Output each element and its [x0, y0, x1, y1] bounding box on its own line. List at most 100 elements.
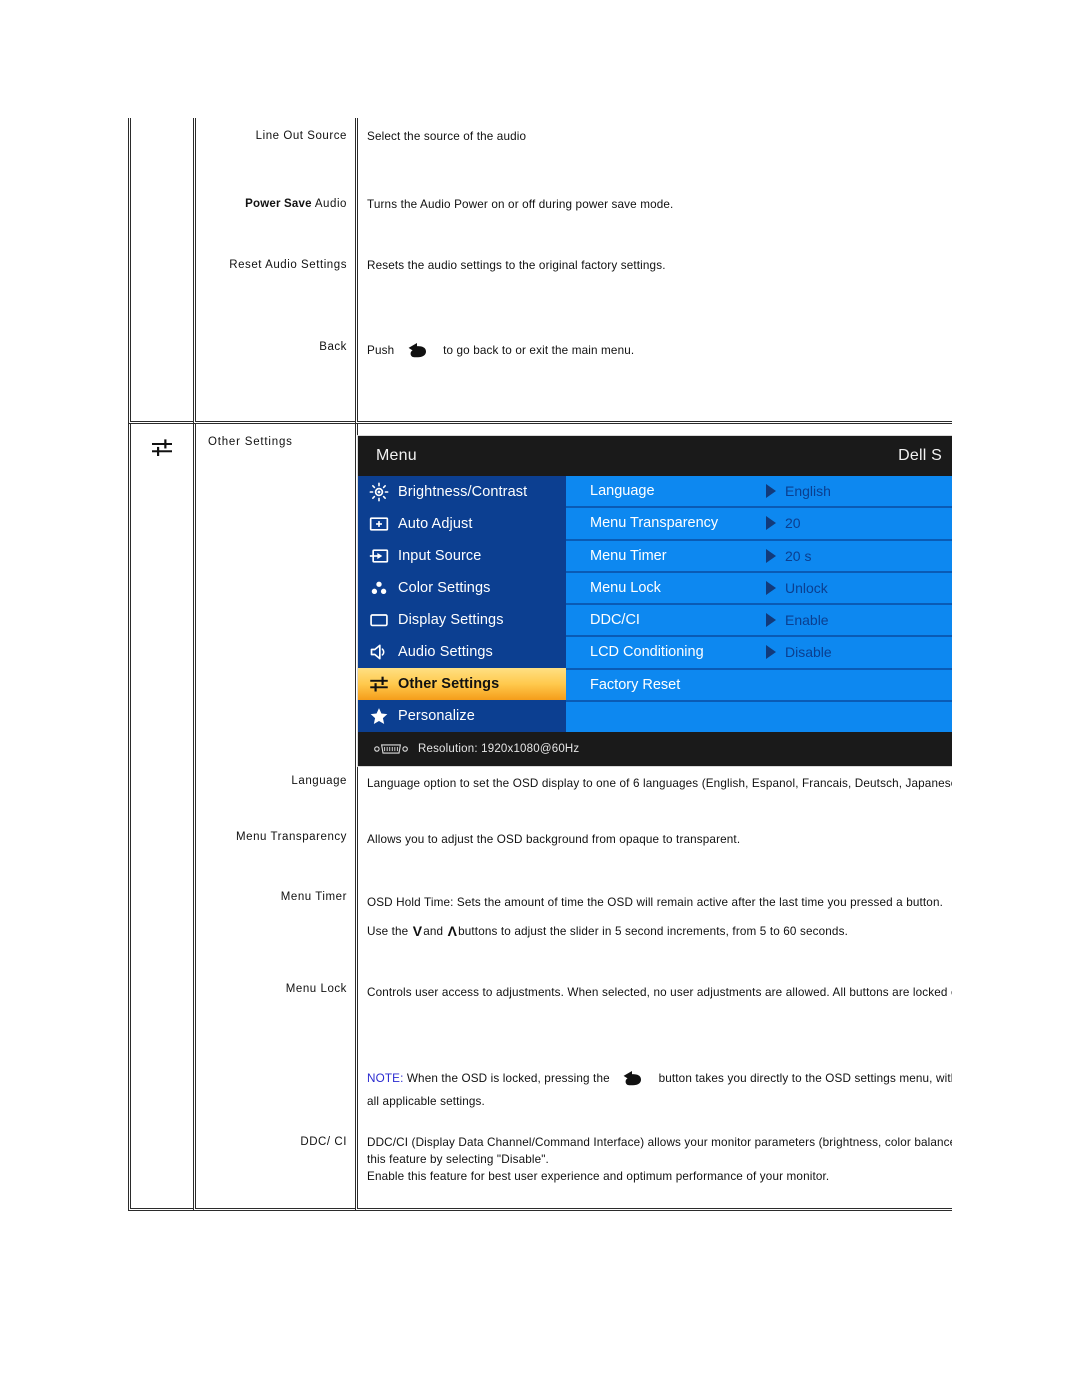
sliders-icon-wrapper [131, 424, 193, 463]
auto-adjust-icon [369, 514, 389, 534]
other-settings-descriptions-cell: Menu Dell S Brightness/Contrast Auto Adj… [355, 424, 952, 1211]
osd-options-panel: Language English Menu Transparency 20 Me… [566, 476, 952, 732]
power-save-plain: Audio [311, 198, 347, 210]
document-page: Line Out Source Power Save Audio Reset A… [0, 0, 952, 1397]
desc-power-save-audio: Turns the Audio Power on or off during p… [367, 198, 674, 211]
osd-option-label: Menu Timer [590, 547, 667, 564]
label-power-save-audio: Power Save Audio [196, 186, 355, 247]
osd-item-label: Input Source [398, 548, 482, 564]
star-icon [369, 706, 389, 726]
osd-option-menu-lock[interactable]: Menu Lock Unlock [566, 573, 952, 605]
osd-option-value-wrap: Unlock [766, 580, 828, 596]
osd-option-label: Menu Transparency [590, 515, 719, 532]
menu-lock-note: NOTE: When the OSD is locked, pressing t… [367, 1068, 952, 1094]
osd-item-label: Other Settings [398, 676, 500, 692]
label-back: Back [319, 341, 347, 353]
osd-option-label: LCD Conditioning [590, 644, 704, 661]
desc-menu-timer: OSD Hold Time: Sets the amount of time t… [358, 881, 952, 976]
value-triangle-icon [766, 484, 776, 499]
osd-item-color-settings[interactable]: Color Settings [358, 572, 566, 604]
desc-menu-lock: Controls user access to adjustments. Whe… [358, 976, 952, 1127]
osd-item-display-settings[interactable]: Display Settings [358, 604, 566, 636]
value-triangle-icon [766, 613, 776, 628]
input-source-icon [369, 546, 389, 566]
desc-ddc-ci: DDC/CI (Display Data Channel/Command Int… [358, 1127, 952, 1208]
osd-option-ddc-ci[interactable]: DDC/CI Enable [566, 605, 952, 638]
osd-sidebar: Brightness/Contrast Auto Adjust Input So… [358, 476, 566, 732]
menu-timer-use-the: Use the [367, 924, 409, 938]
ddc-line-3: Enable this feature for best user experi… [367, 1169, 830, 1183]
note-before: When the OSD is locked, pressing the [406, 1071, 610, 1085]
desc-reset-audio-settings: Resets the audio settings to the origina… [367, 259, 666, 272]
back-arrow-icon [408, 340, 430, 366]
osd-option-value: Disable [785, 644, 832, 661]
osd-item-auto-adjust[interactable]: Auto Adjust [358, 508, 566, 540]
value-triangle-icon [766, 548, 776, 563]
speaker-icon [369, 642, 389, 662]
other-settings-section-row: Other Settings Language Menu Transparenc… [128, 424, 952, 1211]
osd-option-label: Factory Reset [590, 676, 681, 693]
back-arrow-icon [623, 1068, 645, 1094]
osd-header-model: Dell S [898, 447, 942, 464]
vga-connector-icon [374, 742, 408, 756]
osd-option-value-wrap: 20 [766, 515, 801, 531]
power-save-bold: Power Save [245, 198, 312, 210]
osd-item-input-source[interactable]: Input Source [358, 540, 566, 572]
osd-option-value: 20 s [785, 547, 812, 564]
chevron-down-icon: V [412, 922, 423, 939]
osd-option-menu-timer[interactable]: Menu Timer 20 s [566, 541, 952, 573]
osd-item-brightness-contrast[interactable]: Brightness/Contrast [358, 476, 566, 508]
osd-option-value: English [785, 483, 831, 500]
osd-option-value-wrap: 20 s [766, 548, 811, 564]
label-language: Language [291, 775, 347, 787]
desc-line-out-source: Select the source of the audio [367, 130, 527, 143]
desc-menu-transparency: Allows you to adjust the OSD background … [367, 833, 741, 846]
sliders-icon [369, 674, 389, 694]
color-settings-icon [369, 578, 389, 598]
osd-item-label: Audio Settings [398, 644, 493, 660]
osd-option-empty [566, 702, 952, 732]
osd-item-label: Brightness/Contrast [398, 484, 528, 500]
label-menu-lock: Menu Lock [285, 983, 347, 995]
ddc-line-2: this feature by selecting "Disable". [367, 1152, 549, 1166]
osd-option-menu-transparency[interactable]: Menu Transparency 20 [566, 508, 952, 541]
osd-footer-text: Resolution: 1920x1080@60Hz [418, 743, 580, 755]
osd-option-value: 20 [785, 515, 801, 532]
osd-item-label: Color Settings [398, 580, 491, 596]
menu-timer-after: buttons to adjust the slider in 5 second… [458, 924, 848, 938]
other-settings-title: Other Settings [208, 436, 293, 448]
osd-option-value-wrap: Enable [766, 612, 829, 628]
osd-option-label: Menu Lock [590, 579, 661, 596]
osd-item-personalize[interactable]: Personalize [358, 700, 566, 732]
label-menu-transparency: Menu Transparency [236, 831, 347, 843]
osd-option-language[interactable]: Language English [566, 476, 952, 509]
other-settings-labels-cell: Other Settings Language Menu Transparenc… [193, 424, 355, 1211]
osd-item-audio-settings[interactable]: Audio Settings [358, 636, 566, 668]
osd-header: Menu Dell S [358, 436, 952, 476]
back-desc-after: to go back to or exit the main menu. [443, 344, 635, 357]
osd-option-factory-reset[interactable]: Factory Reset [566, 670, 952, 702]
brightness-icon [369, 482, 389, 502]
chevron-up-icon: Λ [447, 922, 458, 939]
other-settings-icon-cell [128, 424, 193, 1211]
osd-footer: Resolution: 1920x1080@60Hz [358, 732, 952, 766]
label-line-out-source: Line Out Source [255, 130, 347, 142]
osd-option-value: Enable [785, 612, 829, 629]
note-tag: NOTE: [367, 1071, 404, 1085]
menu-timer-line-1: OSD Hold Time: Sets the amount of time t… [367, 896, 943, 909]
osd-item-label: Auto Adjust [398, 516, 473, 532]
menu-lock-line-1: Controls user access to adjustments. Whe… [367, 986, 952, 999]
audio-labels-cell: Line Out Source Power Save Audio Reset A… [193, 118, 355, 424]
osd-option-value-wrap: English [766, 483, 831, 499]
sliders-icon [151, 439, 173, 462]
ddc-line-1: DDC/CI (Display Data Channel/Command Int… [367, 1136, 952, 1149]
menu-timer-and: and [423, 924, 444, 938]
osd-item-other-settings[interactable]: Other Settings [358, 668, 566, 700]
osd-option-label: Language [590, 483, 655, 500]
osd-option-lcd-conditioning[interactable]: LCD Conditioning Disable [566, 637, 952, 670]
value-triangle-icon [766, 645, 776, 660]
label-reset-audio-settings: Reset Audio Settings [229, 259, 347, 271]
label-ddc-ci: DDC/ CI [300, 1136, 347, 1148]
settings-table: Line Out Source Power Save Audio Reset A… [128, 118, 952, 1211]
label-menu-timer: Menu Timer [280, 891, 347, 903]
